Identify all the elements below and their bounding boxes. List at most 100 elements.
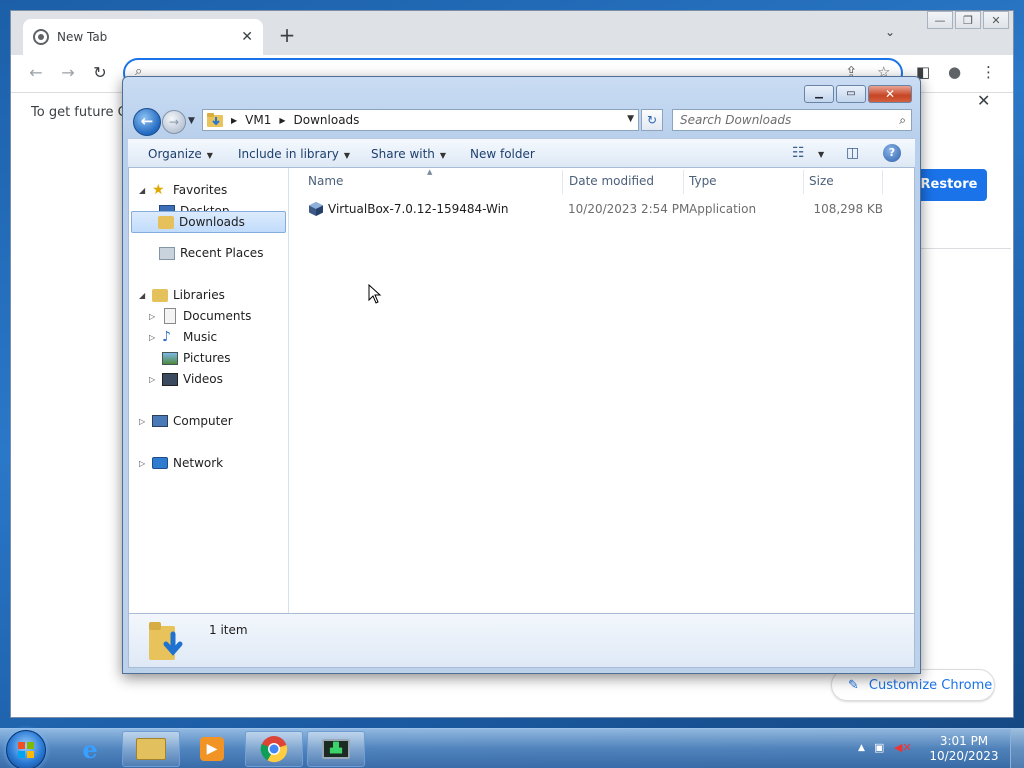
tab-search-icon[interactable]: ⌄ [885, 25, 895, 39]
windows-explorer-icon [136, 738, 166, 760]
tab-close-icon[interactable]: ✕ [241, 29, 253, 45]
share-with-button[interactable]: Share with ▼ [371, 147, 446, 161]
nav-favorites-label: Favorites [173, 183, 228, 197]
breadcrumb-separator-icon[interactable]: ▶ [279, 116, 285, 125]
recent-places-icon [159, 246, 175, 260]
collapsed-arrow-icon[interactable]: ▷ [139, 417, 149, 426]
nav-favorites[interactable]: ◢ ★ Favorites [139, 180, 227, 200]
forward-button[interactable]: → [162, 110, 186, 134]
explorer-close-button[interactable]: ✕ [868, 85, 912, 103]
nav-network[interactable]: ▷ Network [139, 453, 223, 473]
menu-kebab-icon[interactable]: ⋮ [981, 63, 996, 81]
volume-muted-icon[interactable]: ◀✕ [894, 741, 912, 754]
search-downloads-input[interactable]: Search Downloads ⌕ [672, 109, 912, 131]
organize-button[interactable]: Organize ▼ [148, 147, 213, 161]
mouse-cursor-icon [368, 284, 382, 304]
collapsed-arrow-icon[interactable]: ▷ [149, 375, 159, 384]
item-count: 1 item [209, 623, 248, 637]
restore-button[interactable]: Restore [911, 169, 987, 201]
network-status-icon[interactable]: ▣ [874, 741, 884, 754]
task-manager-icon: ▟▙ [322, 739, 350, 759]
expanded-arrow-icon[interactable]: ◢ [139, 186, 149, 195]
column-header-type[interactable]: Type [689, 174, 717, 188]
pictures-icon [162, 351, 178, 365]
nav-music[interactable]: ▷ ♪ Music [149, 327, 217, 347]
file-date-modified: 10/20/2023 2:54 PM [568, 202, 690, 216]
nav-recent-places[interactable]: Recent Places [159, 243, 263, 263]
column-header-name[interactable]: Name [308, 174, 343, 188]
include-label: Include in library [238, 147, 339, 161]
windows-logo-icon [18, 742, 34, 758]
show-hidden-icons-icon[interactable]: ▲ [858, 743, 865, 753]
profile-icon[interactable]: ● [948, 63, 961, 81]
clock-time: 3:01 PM [939, 734, 989, 748]
nav-downloads-label: Downloads [179, 215, 245, 229]
nav-documents-label: Documents [183, 309, 252, 323]
clock[interactable]: 3:01 PM 10/20/2023 [924, 734, 1004, 764]
address-dropdown-icon[interactable]: ▼ [627, 114, 634, 124]
close-button[interactable]: ✕ [983, 11, 1009, 29]
chrome-favicon-icon [33, 29, 49, 45]
explorer-maximize-button[interactable]: ▭ [836, 85, 866, 103]
collapsed-arrow-icon[interactable]: ▷ [139, 459, 149, 468]
forward-arrow-icon[interactable]: → [57, 63, 79, 82]
refresh-button[interactable]: ↻ [641, 109, 663, 131]
address-bar[interactable]: ▶ VM1 ▶ Downloads ▼ [202, 109, 639, 131]
explorer-minimize-button[interactable]: ▁ [804, 85, 834, 103]
taskbar: e ▶ ▟▙ ▲ ▣ ◀✕ 3:01 PM 10/20/2023 [0, 728, 1024, 768]
taskbar-task-manager[interactable]: ▟▙ [307, 731, 365, 767]
include-in-library-button[interactable]: Include in library ▼ [238, 147, 350, 161]
recent-pages-chevron-icon[interactable]: ▼ [188, 116, 195, 126]
new-tab-button[interactable]: + [275, 23, 299, 47]
navigation-pane: ◢ ★ Favorites Desktop Downloads Recent P… [129, 168, 289, 613]
nav-pictures[interactable]: Pictures [149, 348, 231, 368]
file-type: Application [689, 202, 757, 216]
view-options-icon[interactable]: ☷ [792, 145, 805, 161]
expanded-arrow-icon[interactable]: ◢ [139, 291, 149, 300]
collapsed-arrow-icon[interactable]: ▷ [149, 333, 159, 342]
breadcrumb-vm1[interactable]: VM1 [245, 113, 271, 127]
system-tray: ▲ ▣ ◀✕ 3:01 PM 10/20/2023 [854, 729, 1024, 768]
taskbar-windows-explorer[interactable] [122, 731, 180, 767]
media-player-icon: ▶ [200, 737, 224, 761]
column-header-date[interactable]: Date modified [569, 174, 654, 188]
nav-documents[interactable]: ▷ Documents [149, 306, 251, 326]
column-separator[interactable] [562, 170, 563, 194]
help-icon[interactable]: ? [883, 144, 901, 162]
nav-recent-label: Recent Places [180, 246, 264, 260]
videos-icon [162, 372, 178, 386]
nav-libraries[interactable]: ◢ Libraries [139, 285, 225, 305]
table-row[interactable]: VirtualBox-7.0.12-159484-Win 10/20/2023 … [296, 198, 908, 220]
view-dropdown-icon[interactable]: ▼ [818, 150, 824, 159]
minimize-button[interactable]: — [927, 11, 953, 29]
preview-pane-icon[interactable]: ◫ [846, 145, 859, 161]
show-desktop-button[interactable] [1010, 729, 1024, 768]
nav-libraries-label: Libraries [173, 288, 225, 302]
tab-new-tab[interactable]: New Tab ✕ [23, 19, 263, 55]
explorer-window-controls: ▁ ▭ ✕ [802, 85, 912, 103]
new-folder-button[interactable]: New folder [470, 147, 535, 161]
breadcrumb-separator-icon[interactable]: ▶ [231, 116, 237, 125]
collapsed-arrow-icon[interactable]: ▷ [149, 312, 159, 321]
taskbar-chrome[interactable] [245, 731, 303, 767]
back-arrow-icon[interactable]: ← [25, 63, 47, 82]
column-header-size[interactable]: Size [809, 174, 834, 188]
nav-computer[interactable]: ▷ Computer [139, 411, 233, 431]
internet-explorer-icon: e [82, 734, 98, 764]
column-separator[interactable] [803, 170, 804, 194]
column-separator[interactable] [882, 170, 883, 194]
chrome-window-controls: — ❐ ✕ [925, 11, 1009, 29]
maximize-button[interactable]: ❐ [955, 11, 981, 29]
back-button[interactable]: ← [133, 108, 161, 136]
column-separator[interactable] [683, 170, 684, 194]
sync-notice-text: To get future Go [31, 105, 136, 120]
start-button[interactable] [6, 730, 46, 768]
reload-icon[interactable]: ↻ [89, 63, 111, 82]
taskbar-internet-explorer[interactable]: e [61, 731, 119, 767]
taskbar-media-player[interactable]: ▶ [183, 731, 241, 767]
breadcrumb-downloads[interactable]: Downloads [294, 113, 360, 127]
folder-download-icon [207, 113, 223, 127]
nav-downloads[interactable]: Downloads [131, 211, 286, 233]
nav-videos[interactable]: ▷ Videos [149, 369, 223, 389]
notice-close-icon[interactable]: ✕ [977, 91, 990, 110]
